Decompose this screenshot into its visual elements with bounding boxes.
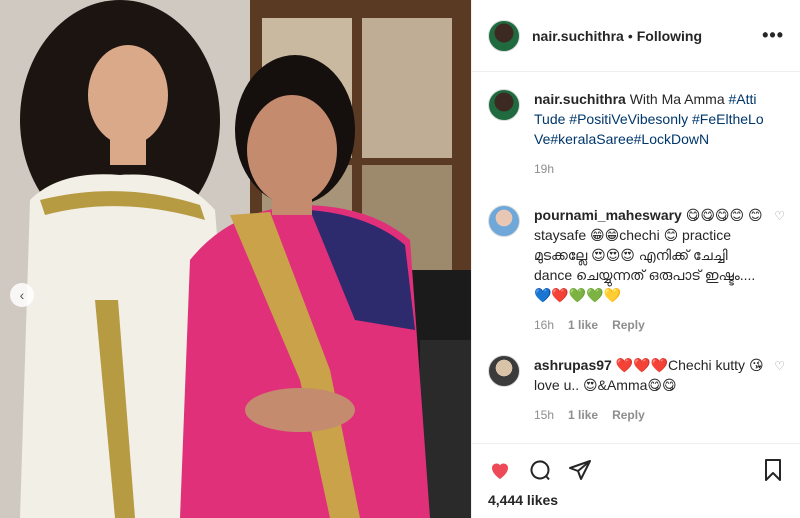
post-side-panel: nair.suchithra • Following ••• nair.such… [471,0,800,518]
caption-username[interactable]: nair.suchithra [534,91,626,107]
post-actions: 4,444 likes [472,443,800,518]
comment-likes[interactable]: 1 like [568,315,598,335]
save-bookmark-icon[interactable] [761,458,785,482]
comments-list: nair.suchithra With Ma Amma #AttiTude #P… [472,73,800,443]
comment-like-heart-icon[interactable]: ♡ [774,355,785,373]
caption-meta: 19h [534,159,764,179]
comment-reply-button[interactable]: Reply [612,315,645,335]
comment-username[interactable]: pournami_maheswary [534,207,682,223]
post-header: nair.suchithra • Following ••• [472,0,800,72]
caption-avatar[interactable] [488,89,520,121]
comment-bubble-icon[interactable] [528,458,552,482]
comment-time[interactable]: 15h [534,405,554,425]
caption-text-block: nair.suchithra With Ma Amma #AttiTude #P… [534,89,764,179]
follow-status-button[interactable]: Following [637,28,702,44]
comment-likes[interactable]: 1 like [568,405,598,425]
header-username[interactable]: nair.suchithra [532,28,624,44]
avatar[interactable] [488,19,520,52]
comment-meta: 15h 1 like Reply [534,405,764,425]
post-photo[interactable]: ‹ [0,0,471,518]
comment-text-block: ashrupas97 ❤️❤️❤️Chechi kutty 😘love u.. … [534,355,764,425]
commenter-avatar[interactable] [488,355,520,387]
comment-reply-button[interactable]: Reply [612,405,645,425]
share-paper-plane-icon[interactable] [568,458,592,482]
comment-item: pournami_maheswary 😋😋😋😊 😊staysafe 😁😁chec… [488,205,785,335]
previous-photo-arrow-icon[interactable]: ‹ [10,283,34,307]
commenter-avatar[interactable] [488,205,520,237]
photo-illustration [0,0,471,518]
caption: nair.suchithra With Ma Amma #AttiTude #P… [488,89,785,179]
comment-username[interactable]: ashrupas97 [534,357,612,373]
caption-time[interactable]: 19h [534,159,554,179]
more-options-icon[interactable]: ••• [762,25,784,46]
comment-time[interactable]: 16h [534,315,554,335]
separator-dot: • [627,27,633,44]
comment-text-block: pournami_maheswary 😋😋😋😊 😊staysafe 😁😁chec… [534,205,764,335]
comment-meta: 16h 1 like Reply [534,315,764,335]
comment-like-heart-icon[interactable]: ♡ [774,205,785,223]
caption-text: With Ma Amma [629,91,725,107]
like-heart-icon[interactable] [488,458,512,482]
action-icons [488,452,785,488]
likes-count[interactable]: 4,444 likes [488,492,785,508]
comment-item: ashrupas97 ❤️❤️❤️Chechi kutty 😘love u.. … [488,355,785,425]
